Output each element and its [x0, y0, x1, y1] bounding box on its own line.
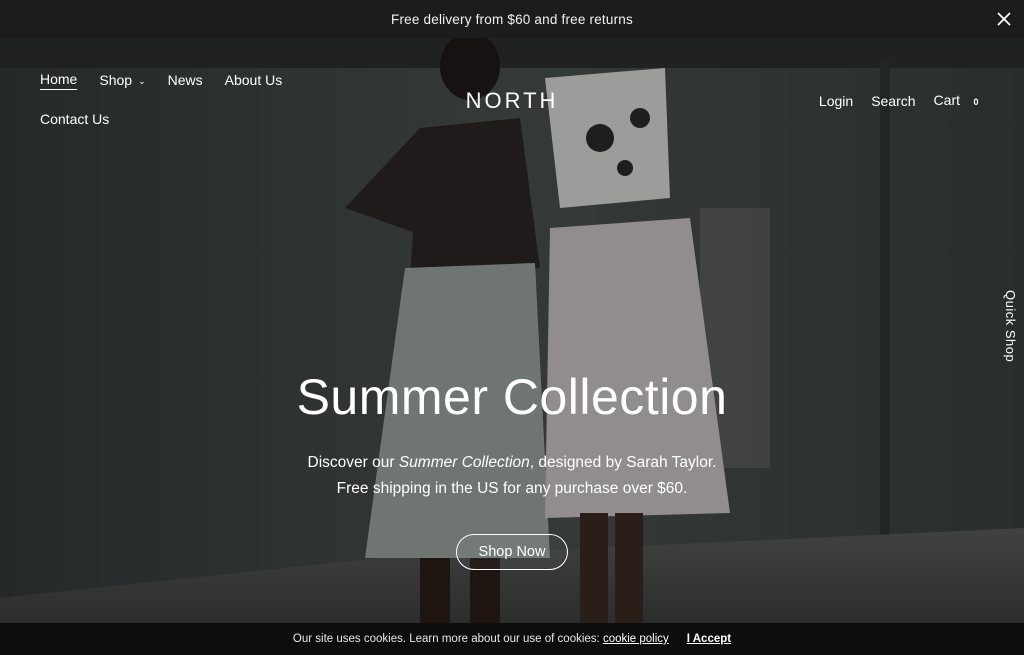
cart-count-badge: 0 — [968, 94, 984, 110]
search-link[interactable]: Search — [871, 93, 915, 109]
nav-news[interactable]: News — [168, 72, 203, 88]
cookie-banner: Our site uses cookies. Learn more about … — [0, 623, 1024, 655]
close-icon[interactable] — [994, 9, 1014, 29]
hero-line1-emphasis: Summer Collection — [398, 454, 530, 471]
hero-title: Summer Collection — [296, 369, 728, 425]
shop-now-button[interactable]: Shop Now — [455, 534, 569, 570]
chevron-down-icon: ⌄ — [138, 76, 146, 86]
cart-label: Cart — [933, 92, 960, 108]
hero-section: Home Shop ⌄ News About Us Contact Us NORT… — [0, 38, 1024, 623]
hero-description-line1: Discover our Summer Collection, designed… — [0, 450, 1024, 476]
hero-line1-prefix: Discover our — [307, 454, 399, 471]
hero-description-line2: Free shipping in the US for any purchase… — [336, 480, 688, 497]
hero-line1-suffix: , designed by Sarah Taylor. — [529, 454, 717, 471]
cart-link[interactable]: Cart 0 — [934, 92, 984, 110]
login-link[interactable]: Login — [819, 93, 853, 109]
quick-shop-tab[interactable]: Quick Shop — [1003, 290, 1018, 362]
hero-description: Discover our Summer Collection, designed… — [0, 450, 1024, 502]
announcement-bar: Free delivery from $60 and free returns — [0, 0, 1024, 38]
cookie-text: Our site uses cookies. Learn more about … — [292, 633, 603, 645]
cookie-policy-link[interactable]: cookie policy — [603, 633, 669, 645]
account-navigation: Login Search Cart 0 — [819, 92, 984, 110]
nav-shop[interactable]: Shop ⌄ — [99, 72, 145, 88]
cookie-accept-button[interactable]: I Accept — [687, 633, 731, 645]
nav-home[interactable]: Home — [40, 71, 78, 90]
hero-content: Summer Collection Discover our Summer Co… — [0, 368, 1024, 570]
announcement-text: Free delivery from $60 and free returns — [391, 11, 633, 27]
nav-about-us[interactable]: About Us — [225, 72, 283, 88]
nav-shop-label: Shop — [99, 72, 133, 88]
